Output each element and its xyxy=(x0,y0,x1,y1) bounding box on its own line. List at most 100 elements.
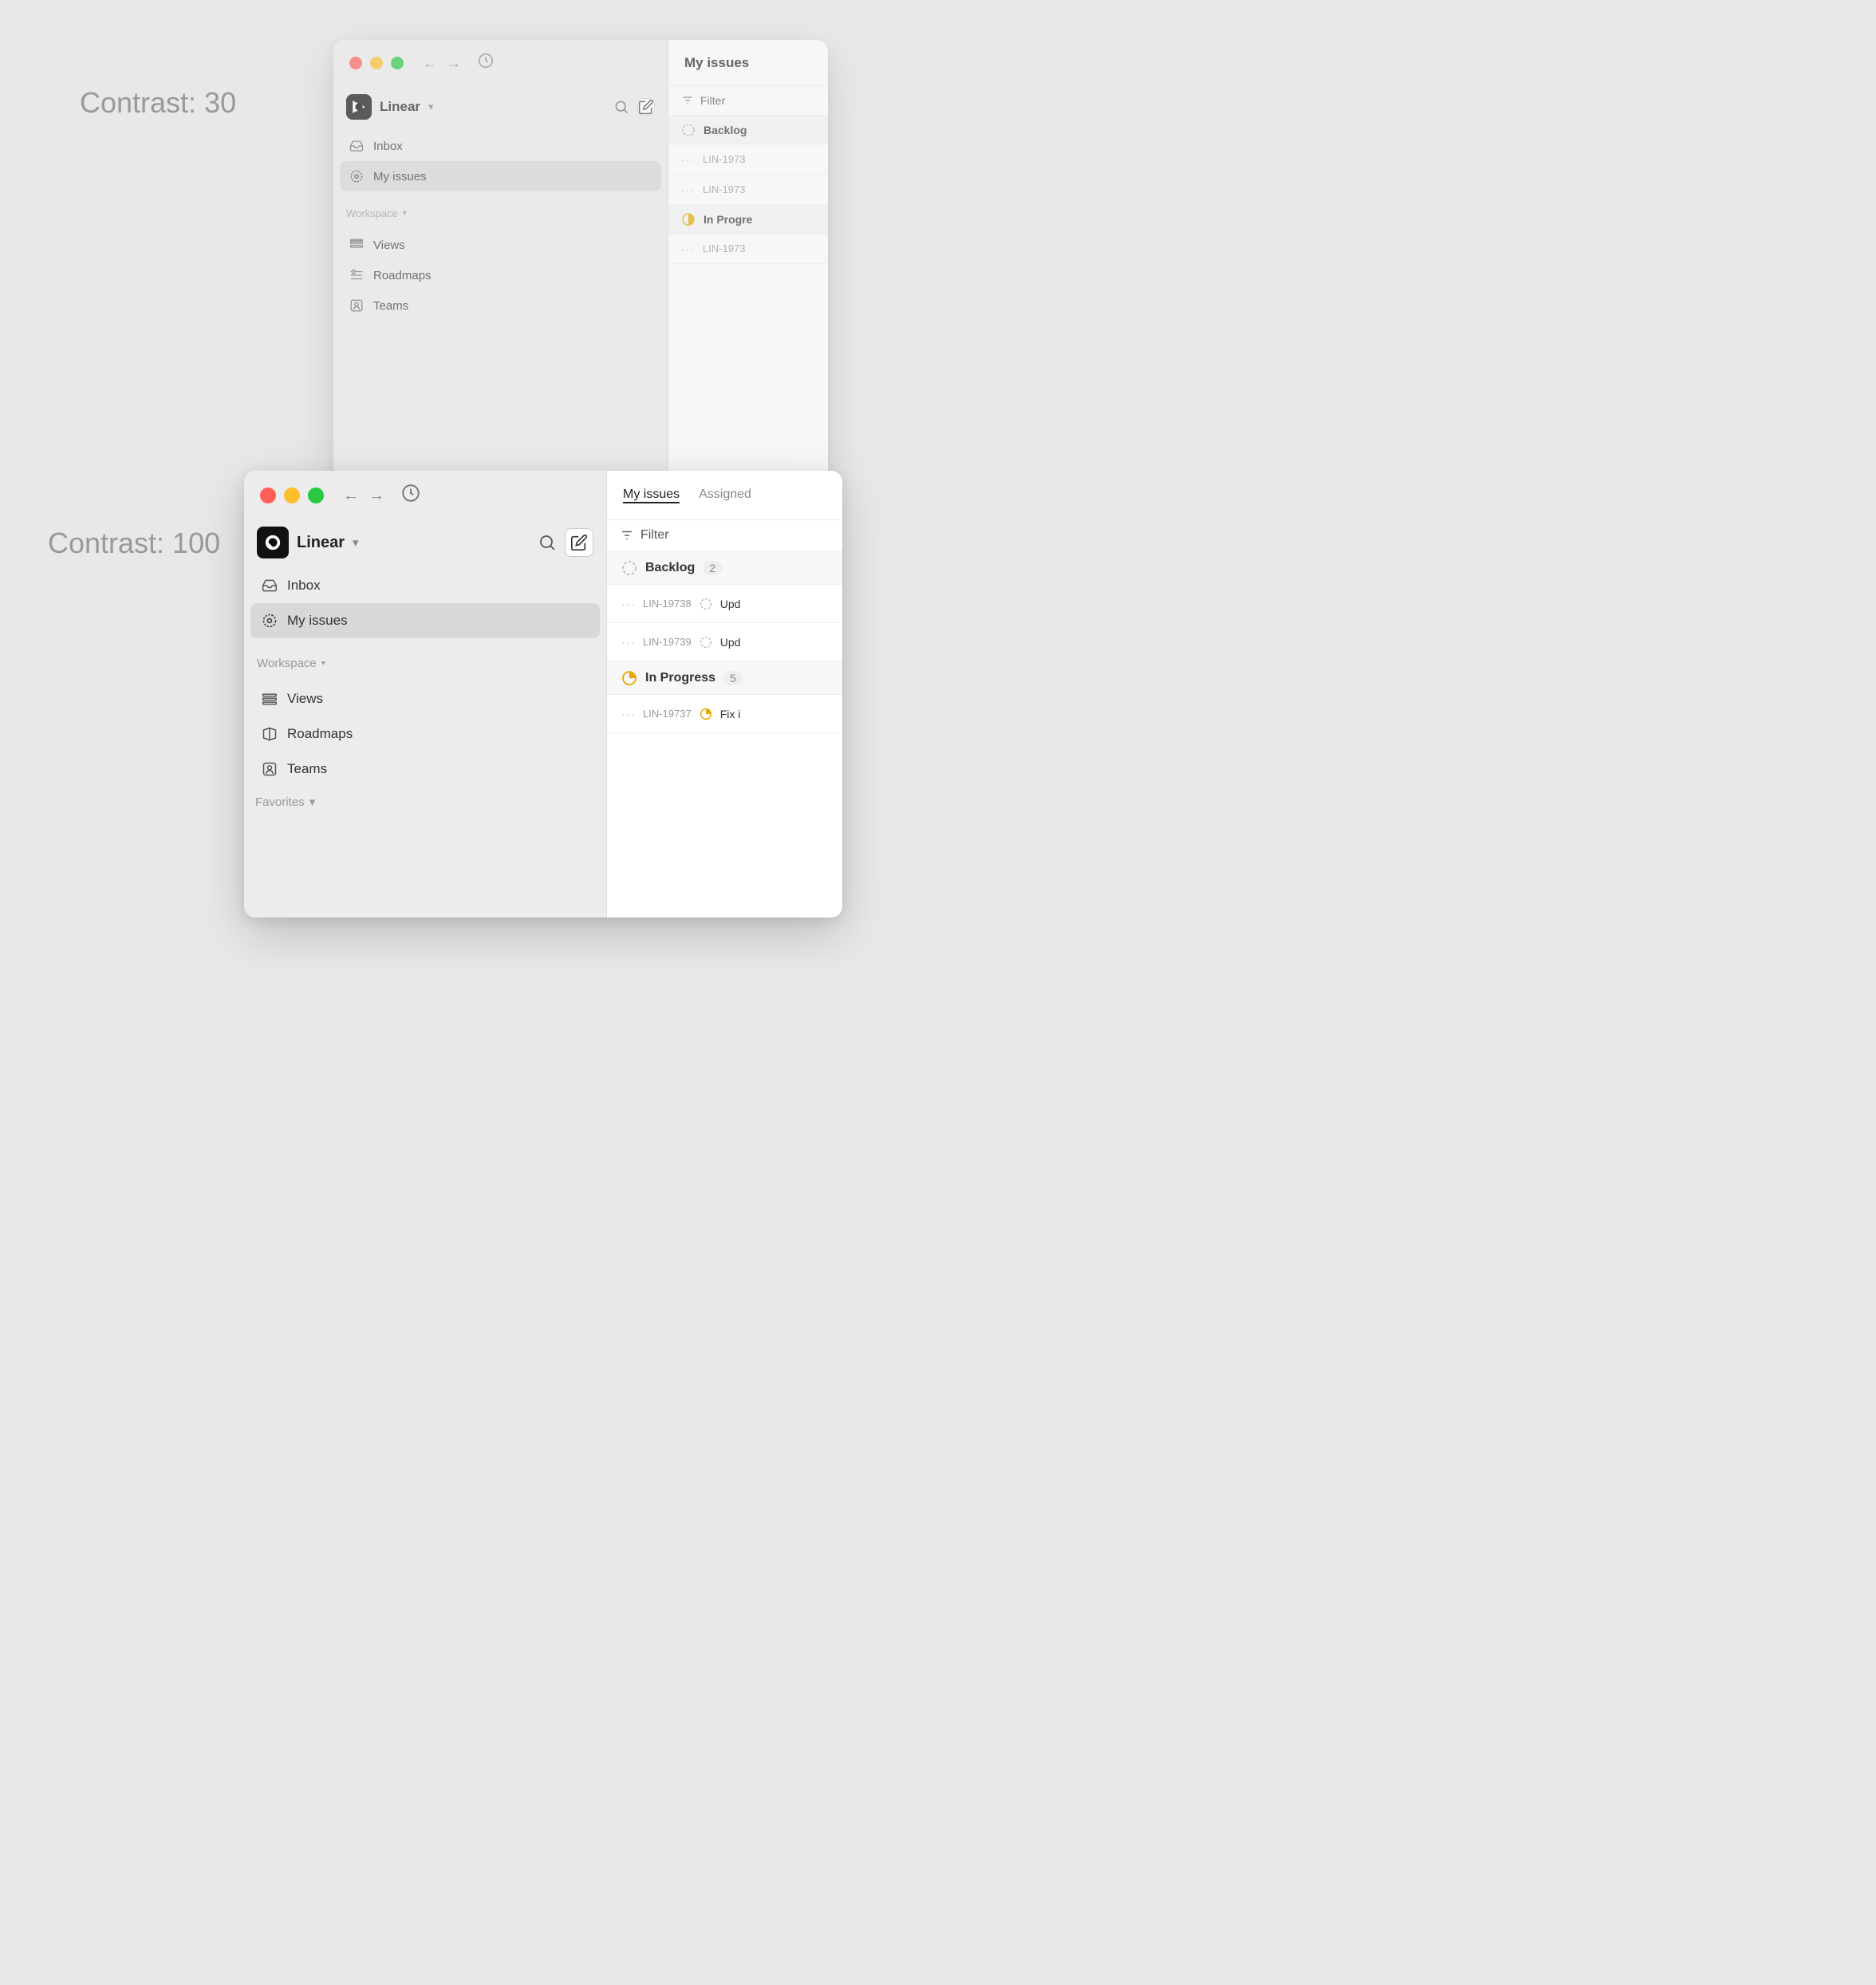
issue-row-bottom-2[interactable]: ··· LIN-19737 Fix i xyxy=(607,695,842,733)
close-button-top[interactable] xyxy=(349,57,362,69)
contrast-bottom-label: Contrast: 100 xyxy=(48,527,220,560)
window-top: ← → Linear ▾ xyxy=(333,40,828,487)
section-backlog-bottom[interactable]: Backlog 2 xyxy=(607,551,842,585)
views-icon-bottom xyxy=(262,691,278,707)
nav-arrows-top: ← → xyxy=(423,55,461,72)
favorites-section-bottom: Favorites ▾ xyxy=(244,787,606,809)
tab-assigned-bottom[interactable]: Assigned xyxy=(699,487,751,503)
issue-row-bottom-1[interactable]: ··· LIN-19739 Upd xyxy=(607,623,842,661)
main-title-top: My issues xyxy=(684,55,749,71)
sidebar-item-roadmaps-label-top: Roadmaps xyxy=(373,269,432,282)
issue-status-icon-backlog-0 xyxy=(700,598,712,610)
sidebar-item-my-issues-bottom[interactable]: My issues xyxy=(250,603,600,638)
main-title-bottom[interactable]: My issues xyxy=(623,487,680,503)
issue-id-bottom-2: LIN-19737 xyxy=(643,708,692,720)
brand-logo-bottom xyxy=(257,527,289,558)
traffic-lights-top xyxy=(346,57,407,69)
filter-icon-bottom xyxy=(620,528,634,543)
my-issues-icon-bottom xyxy=(262,613,278,629)
workspace-text-top: Workspace xyxy=(346,201,398,227)
maximize-button-top[interactable] xyxy=(391,57,404,69)
traffic-lights-bottom xyxy=(257,487,327,503)
issue-dots-top-2: ··· xyxy=(681,243,695,255)
issue-id-top-1: LIN-1973 xyxy=(703,184,745,195)
issue-row-bottom-0[interactable]: ··· LIN-19738 Upd xyxy=(607,585,842,623)
sidebar-item-views-top[interactable]: Views xyxy=(340,230,661,260)
brand-icons-top xyxy=(613,98,655,116)
nav-arrows-bottom: ← → xyxy=(343,487,384,505)
sidebar-item-inbox-bottom[interactable]: Inbox xyxy=(250,568,600,603)
sidebar-item-roadmaps-top[interactable]: Roadmaps xyxy=(340,260,661,290)
issue-row-top-1[interactable]: ··· LIN-1973 xyxy=(668,175,828,205)
compose-button-top[interactable] xyxy=(637,98,655,116)
sidebar-item-my-issues-top[interactable]: My issues xyxy=(340,161,661,191)
sidebar-nav-bottom: Inbox My issues xyxy=(244,568,606,638)
sidebar-item-teams-top[interactable]: Teams xyxy=(340,290,661,321)
issue-title-bottom-1: Upd xyxy=(720,636,741,649)
views-icon-top xyxy=(349,238,364,252)
favorites-chevron-bottom: ▾ xyxy=(309,795,316,809)
forward-button-top[interactable]: → xyxy=(447,55,461,72)
sidebar-item-teams-label-top: Teams xyxy=(373,299,408,313)
sidebar-item-views-label-top: Views xyxy=(373,239,405,252)
issue-status-icon-backlog-1 xyxy=(700,636,712,649)
issue-dots-bottom-2: ··· xyxy=(621,708,635,720)
issue-id-top-2: LIN-1973 xyxy=(703,243,745,255)
minimize-button-bottom[interactable] xyxy=(284,487,300,503)
back-button-top[interactable]: ← xyxy=(423,55,437,72)
maximize-button-bottom[interactable] xyxy=(308,487,324,503)
brand-row-top: Linear ▾ xyxy=(333,86,668,128)
sidebar-item-teams-bottom[interactable]: Teams xyxy=(250,752,600,787)
workspace-chevron-top: ▾ xyxy=(403,201,407,227)
history-icon-top[interactable] xyxy=(477,52,495,74)
section-in-progress-bottom[interactable]: In Progress 5 xyxy=(607,661,842,695)
sidebar-item-views-label-bottom: Views xyxy=(287,691,323,707)
issue-id-bottom-0: LIN-19738 xyxy=(643,598,692,610)
sidebar-bottom: ← → Linear ▾ xyxy=(244,471,607,918)
brand-logo-top xyxy=(346,94,372,120)
sidebar-item-inbox-label-bottom: Inbox xyxy=(287,578,321,594)
roadmaps-icon-top xyxy=(349,268,364,282)
issue-dots-bottom-0: ··· xyxy=(621,598,635,610)
close-button-bottom[interactable] xyxy=(260,487,276,503)
roadmaps-icon-bottom xyxy=(262,726,278,742)
workspace-label-bottom: Workspace ▾ xyxy=(250,649,600,678)
filter-row-bottom: Filter xyxy=(607,520,842,551)
forward-button-bottom[interactable]: → xyxy=(368,487,384,505)
brand-name-bottom: Linear xyxy=(297,534,345,552)
brand-left-top: Linear ▾ xyxy=(346,94,434,120)
search-button-bottom[interactable] xyxy=(538,533,557,552)
brand-chevron-bottom: ▾ xyxy=(353,535,359,550)
compose-button-bottom[interactable] xyxy=(565,528,593,557)
backlog-section-icon-top xyxy=(681,123,696,137)
sidebar-header-bottom: ← → xyxy=(244,471,606,520)
minimize-button-top[interactable] xyxy=(370,57,383,69)
issue-row-top-2[interactable]: ··· LIN-1973 xyxy=(668,234,828,264)
issue-dots-top-1: ··· xyxy=(681,184,695,196)
favorites-label-bottom: Favorites xyxy=(255,795,305,809)
in-progress-section-icon-bottom xyxy=(621,670,637,686)
sidebar-item-inbox-top[interactable]: Inbox xyxy=(340,131,661,161)
brand-name-top: Linear xyxy=(380,99,420,115)
issue-dots-top-0: ··· xyxy=(681,153,695,166)
section-in-progress-top: In Progre xyxy=(668,205,828,234)
sidebar-item-roadmaps-bottom[interactable]: Roadmaps xyxy=(250,716,600,752)
in-progress-section-label-top: In Progre xyxy=(704,213,752,226)
search-button-top[interactable] xyxy=(613,99,629,115)
brand-chevron-top: ▾ xyxy=(428,101,434,113)
back-button-bottom[interactable]: ← xyxy=(343,487,359,505)
sidebar-item-teams-label-bottom: Teams xyxy=(287,761,327,777)
workspace-chevron-bottom: ▾ xyxy=(321,649,325,678)
sidebar-item-views-bottom[interactable]: Views xyxy=(250,681,600,716)
main-panel-bottom: My issues Assigned Filter Backlog 2 ··· … xyxy=(607,471,842,918)
window-controls-top: ← → xyxy=(346,52,495,74)
issue-status-icon-in-progress-0 xyxy=(700,708,712,720)
workspace-label-top: Workspace ▾ xyxy=(340,201,661,227)
filter-label-top: Filter xyxy=(700,94,725,107)
history-icon-bottom[interactable] xyxy=(400,483,421,508)
brand-left-bottom: Linear ▾ xyxy=(257,527,359,558)
sidebar-top: ← → Linear ▾ xyxy=(333,40,668,487)
sidebar-header-top: ← → xyxy=(333,40,668,86)
issue-row-top-0[interactable]: ··· LIN-1973 xyxy=(668,144,828,175)
teams-icon-bottom xyxy=(262,761,278,777)
